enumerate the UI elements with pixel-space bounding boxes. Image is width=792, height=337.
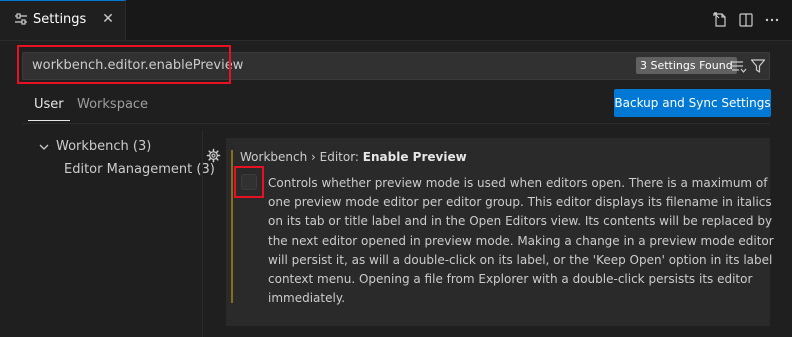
- toc-separator: [202, 130, 203, 337]
- results-count-badge: 3 Settings Found: [636, 57, 737, 74]
- filter-icon[interactable]: [750, 58, 766, 74]
- modified-indicator: [231, 150, 233, 303]
- close-icon[interactable]: ✕: [100, 11, 116, 27]
- toc-item-workbench[interactable]: Workbench (3): [56, 139, 151, 154]
- description-line: on its tab or title label and in the Ope…: [268, 214, 773, 229]
- tab-user[interactable]: User: [34, 97, 64, 112]
- tab-bar: Settings ✕: [0, 0, 792, 41]
- tab-settings[interactable]: Settings ✕: [0, 0, 126, 40]
- setting-description: Controls whether preview mode is used wh…: [268, 174, 774, 308]
- open-json-icon[interactable]: [712, 12, 728, 28]
- description-line: Controls whether preview mode is used wh…: [268, 176, 768, 190]
- description-line: one preview mode editor per editor group…: [268, 195, 772, 210]
- chevron-down-icon[interactable]: [38, 141, 50, 153]
- tab-title: Settings: [33, 12, 87, 27]
- search-highlight-box: [17, 45, 231, 84]
- setting-category: Workbench › Editor:: [240, 150, 363, 164]
- settings-icon: [15, 13, 27, 25]
- gear-icon[interactable]: [206, 148, 221, 163]
- description-line: will persist it, as will a double-click …: [268, 252, 773, 267]
- tab-workspace[interactable]: Workspace: [77, 97, 148, 112]
- description-line: the next editor opened in preview mode. …: [268, 233, 774, 248]
- description-line: immediately.: [268, 291, 346, 306]
- checkbox-highlight-box: [234, 166, 264, 198]
- sort-icon[interactable]: [731, 58, 747, 74]
- backup-and-sync-button[interactable]: Backup and Sync Settings: [614, 89, 771, 117]
- active-tab-underline: [28, 120, 70, 121]
- setting-title: Workbench › Editor: Enable Preview: [240, 150, 467, 164]
- split-editor-icon[interactable]: [738, 12, 754, 28]
- setting-name: Enable Preview: [362, 150, 467, 164]
- more-actions-icon[interactable]: [764, 12, 780, 28]
- header-divider: [22, 123, 770, 124]
- toc-item-editor-management[interactable]: Editor Management (3): [64, 162, 215, 177]
- editor-actions: [712, 12, 780, 28]
- description-line: context menu. Opening a file from Explor…: [268, 272, 753, 287]
